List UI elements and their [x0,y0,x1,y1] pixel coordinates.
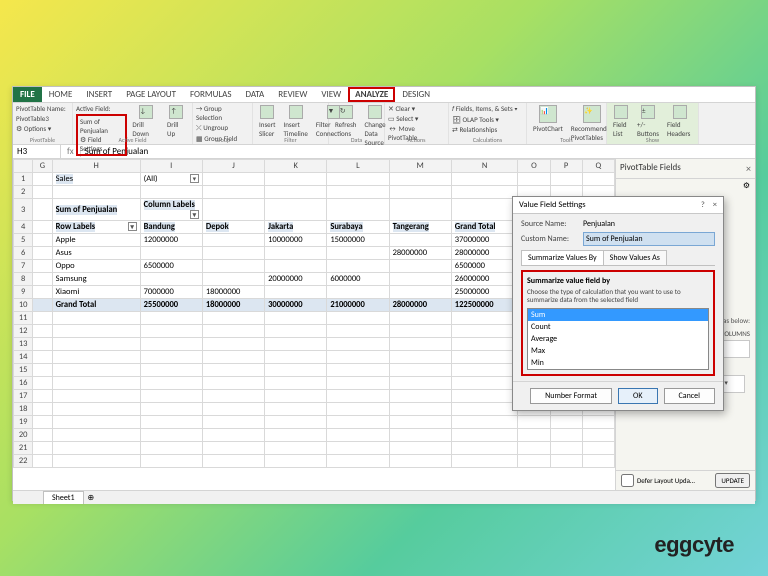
ribbon-group-pivottable: PivotTable [13,136,72,144]
active-field-value[interactable]: Sum of Penjualan [80,117,123,135]
summarize-box: Summarize value field by Choose the type… [521,270,715,376]
clear-button[interactable]: ✕ Clear ▾ [388,104,445,113]
drill-down-icon: ↓ [139,105,153,119]
pivottable-name-label: PivotTable Name: [16,104,66,113]
select-button[interactable]: ▭ Select ▾ [388,114,445,123]
olap-button[interactable]: 🗄 OLAP Tools ▾ [452,115,518,124]
table-row[interactable]: 21 [14,442,615,455]
dialog-title: Value Field Settings [519,200,586,210]
drill-up-button[interactable]: ↑Drill Up [164,104,189,156]
ok-button[interactable]: OK [618,388,657,404]
ribbon-tab-data[interactable]: DATA [238,87,271,102]
ribbon-tab-design[interactable]: DESIGN [395,87,437,102]
ribbon-tabs: FILE HOME INSERT PAGE LAYOUT FORMULAS DA… [13,87,755,103]
table-row[interactable]: 1Sales(All)▾ [14,173,615,186]
drill-down-button[interactable]: ↓Drill Down [129,104,162,156]
headers-icon [673,105,687,119]
summarize-title: Summarize value field by [527,276,709,286]
dialog-close-icon[interactable]: × [713,200,717,210]
source-name-value: Penjualan [583,219,715,229]
sheet-tab-bar: Sheet1 ⊕ [13,490,755,504]
tab-show-values-as[interactable]: Show Values As [603,250,667,265]
new-sheet-icon[interactable]: ⊕ [88,493,95,503]
dropdown-icon[interactable]: ▾ [190,174,199,183]
dropdown-icon[interactable]: ▾ [190,210,199,219]
ribbon-group-calc: Calculations [449,136,526,144]
number-format-button[interactable]: Number Format [530,388,612,404]
refresh-icon: ↻ [339,105,353,119]
options-button[interactable]: ⚙ Options ▾ [16,124,66,133]
ribbon-tab-formulas[interactable]: FORMULAS [183,87,239,102]
ribbon-group-actions: Actions [385,136,448,144]
ribbon-tab-pagelayout[interactable]: PAGE LAYOUT [119,87,183,102]
name-box[interactable]: H3 [13,145,61,158]
ribbon-group-group: Group [193,136,252,144]
ribbon-tab-home[interactable]: HOME [42,87,80,102]
ribbon-group-data: Data [329,136,384,144]
ribbon: PivotTable Name: PivotTable3 ⚙ Options ▾… [13,103,755,145]
fields-pane-close-icon[interactable]: × [746,162,751,175]
datasource-icon [368,105,382,119]
timeline-icon [289,105,303,119]
table-row[interactable]: 20 [14,429,615,442]
table-row[interactable]: 19 [14,416,615,429]
ribbon-group-activefield: Active Field [73,136,192,144]
ribbon-group-show: Show [607,136,698,144]
list-item[interactable]: Sum [528,309,708,321]
column-headers[interactable]: GHIJKLMNOPQ [14,160,615,173]
update-button[interactable]: UPDATE [715,473,750,488]
fields-pane-title: PivotTable Fields [620,162,681,175]
relationships-button[interactable]: ⇄ Relationships [452,125,518,134]
plusminus-icon: ± [641,105,655,119]
ribbon-tab-view[interactable]: VIEW [314,87,348,102]
recommended-icon: ✨ [583,105,601,123]
custom-name-label: Custom Name: [521,234,577,244]
table-row[interactable]: 22 [14,455,615,468]
cancel-button[interactable]: Cancel [664,388,716,404]
list-item[interactable]: Count [528,321,708,333]
list-item[interactable]: Min [528,357,708,369]
tab-summarize-values[interactable]: Summarize Values By [521,250,604,265]
sheet-tab[interactable]: Sheet1 [43,491,84,504]
chart-icon: 📊 [539,105,557,123]
list-item[interactable]: Average [528,333,708,345]
brand-logo: eggcyte [654,532,734,558]
active-field-label: Active Field: [76,104,127,113]
calc-fields-button[interactable]: 𝑓 Fields, Items, & Sets ▾ [452,104,518,114]
list-item[interactable]: Max [528,345,708,357]
ungroup-button[interactable]: ⤫ Ungroup [196,123,249,133]
dropdown-icon[interactable]: ▾ [128,222,137,231]
ribbon-group-tools: Tools [527,136,606,144]
ribbon-group-filter: Filter [253,136,328,144]
fields-pane-gear-icon[interactable]: ⚙ [743,181,750,191]
dialog-help-icon[interactable]: ? [701,200,705,210]
summarize-list[interactable]: Sum Count Average Max Min Product [527,308,709,370]
fieldlist-icon [614,105,628,119]
defer-layout-label: Defer Layout Upda… [637,476,695,485]
source-name-label: Source Name: [521,219,577,229]
ribbon-tab-review[interactable]: REVIEW [271,87,314,102]
slicer-icon [260,105,274,119]
pivottable-name[interactable]: PivotTable3 [16,114,66,123]
ribbon-tab-insert[interactable]: INSERT [79,87,119,102]
summarize-desc: Choose the type of calculation that you … [527,288,709,305]
ribbon-tab-file[interactable]: FILE [13,87,42,102]
defer-layout-checkbox[interactable] [621,474,634,487]
value-field-settings-dialog: Value Field Settings ? × Source Name: Pen… [512,196,724,411]
custom-name-input[interactable] [583,232,715,246]
active-field-box: Sum of Penjualan ⚙ Field Settings [76,114,127,156]
group-selection-button[interactable]: → Group Selection [196,104,249,122]
list-item[interactable]: Product [528,369,708,370]
ribbon-tab-analyze[interactable]: ANALYZE [348,87,395,102]
drill-up-icon: ↑ [169,105,183,119]
